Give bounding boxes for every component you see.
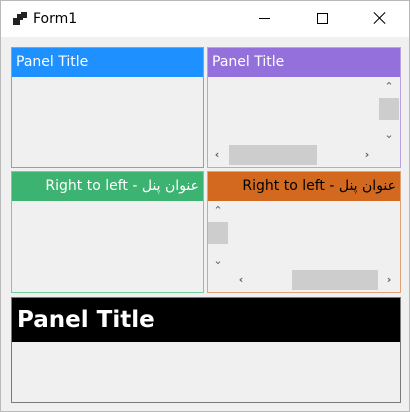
form-app-icon (13, 12, 27, 26)
scroll-thumb[interactable] (379, 98, 399, 120)
scroll-right-arrow-icon[interactable]: › (382, 273, 396, 287)
close-button[interactable] (351, 1, 409, 37)
vertical-scrollbar[interactable]: ⌃ ⌄ (208, 202, 228, 269)
panel-title: عنوان پنل - Right to left (208, 172, 400, 201)
title-bar[interactable]: Form1 (1, 1, 409, 37)
scroll-up-arrow-icon[interactable]: ⌃ (211, 204, 225, 218)
scroll-down-arrow-icon[interactable]: ⌄ (211, 254, 225, 268)
panel-middle-left: عنوان پنل - Right to left (11, 171, 204, 293)
scroll-thumb[interactable] (292, 270, 378, 290)
panel-top-left: Panel Title (11, 47, 204, 168)
scroll-up-arrow-icon[interactable]: ⌃ (382, 80, 396, 94)
panel-bottom: Panel Title (11, 297, 401, 403)
scroll-left-arrow-icon[interactable]: ‹ (234, 273, 248, 287)
form-window: Form1 Panel Title Panel Title ⌃ ⌄ ‹ › عن… (0, 0, 410, 412)
panel-title: Panel Title (12, 298, 400, 342)
scroll-right-arrow-icon[interactable]: › (360, 148, 374, 162)
panel-middle-right: عنوان پنل - Right to left ⌃ ⌄ ‹ › (207, 171, 401, 293)
horizontal-scrollbar[interactable]: ‹ › (228, 270, 399, 290)
panel-title: Panel Title (208, 48, 400, 77)
panel-top-right: Panel Title ⌃ ⌄ ‹ › (207, 47, 401, 168)
panel-title: عنوان پنل - Right to left (12, 172, 203, 201)
vertical-scrollbar[interactable]: ⌃ ⌄ (379, 78, 399, 144)
close-icon (374, 12, 386, 24)
horizontal-scrollbar[interactable]: ‹ › (208, 145, 379, 165)
scroll-thumb[interactable] (208, 222, 228, 244)
minimize-button[interactable] (235, 1, 293, 37)
scroll-down-arrow-icon[interactable]: ⌄ (382, 128, 396, 142)
window-title: Form1 (33, 11, 78, 27)
maximize-button[interactable] (293, 1, 351, 37)
minimize-icon (259, 18, 270, 19)
panel-title: Panel Title (12, 48, 203, 77)
scroll-thumb[interactable] (229, 145, 317, 165)
maximize-icon (317, 13, 328, 24)
scroll-left-arrow-icon[interactable]: ‹ (210, 148, 224, 162)
